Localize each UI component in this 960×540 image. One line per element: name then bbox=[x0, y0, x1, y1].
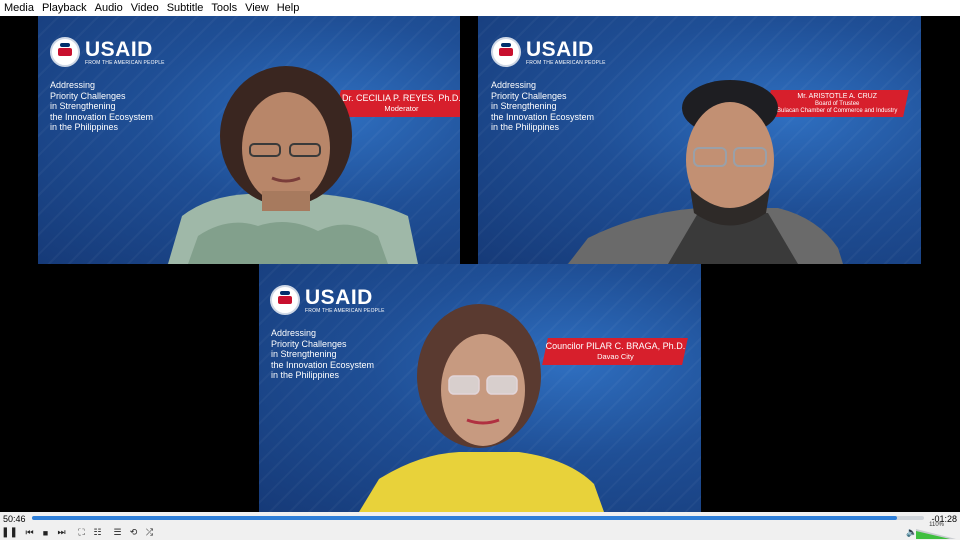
playlist-icon[interactable]: ☰ bbox=[111, 527, 124, 538]
fullscreen-icon[interactable]: ⛶ bbox=[75, 527, 88, 538]
usaid-tagline: FROM THE AMERICAN PEOPLE bbox=[526, 59, 606, 66]
event-title-line: Priority Challenges bbox=[50, 90, 126, 101]
playback-controls: 50:46 -01:28 ❚❚ ⏮ ■ ⏭ ⛶ ☷ ☰ ⟲ ⤮ 🔈 110% bbox=[0, 512, 960, 540]
menu-media[interactable]: Media bbox=[0, 0, 38, 16]
previous-icon[interactable]: ⏮ bbox=[23, 527, 36, 538]
participant-tile-reyes: USAID FROM THE AMERICAN PEOPLE Addressing… bbox=[38, 16, 460, 264]
usaid-logo: USAID FROM THE AMERICAN PEOPLE bbox=[50, 37, 165, 67]
event-title-line: Addressing bbox=[50, 80, 96, 90]
menu-view[interactable]: View bbox=[241, 0, 273, 16]
volume-level bbox=[916, 531, 950, 539]
stop-icon[interactable]: ■ bbox=[39, 527, 52, 538]
participant-tile-cruz: USAID FROM THE AMERICAN PEOPLE Addressing… bbox=[478, 16, 921, 264]
volume-control[interactable]: 🔈 110% bbox=[906, 522, 956, 539]
participant-tile-braga: USAID FROM THE AMERICAN PEOPLE Addressing… bbox=[259, 264, 701, 512]
menu-playback[interactable]: Playback bbox=[38, 0, 91, 16]
control-buttons: ❚❚ ⏮ ■ ⏭ ⛶ ☷ ☰ ⟲ ⤮ bbox=[1, 527, 159, 538]
speaker-video-cruz bbox=[568, 80, 843, 264]
next-icon[interactable]: ⏭ bbox=[55, 527, 68, 538]
seek-bar-progress bbox=[32, 516, 898, 520]
shuffle-icon[interactable]: ⤮ bbox=[143, 527, 156, 538]
menu-help[interactable]: Help bbox=[273, 0, 304, 16]
extended-settings-icon[interactable]: ☷ bbox=[91, 527, 104, 538]
usaid-seal-icon bbox=[491, 37, 521, 67]
elapsed-time: 50:46 bbox=[3, 514, 26, 524]
usaid-tagline: FROM THE AMERICAN PEOPLE bbox=[85, 59, 165, 66]
menu-bar: Media Playback Audio Video Subtitle Tool… bbox=[0, 0, 960, 16]
seek-bar[interactable] bbox=[32, 516, 924, 520]
usaid-seal-icon bbox=[50, 37, 80, 67]
menu-tools[interactable]: Tools bbox=[207, 0, 241, 16]
speaker-video-braga bbox=[359, 304, 604, 512]
usaid-seal-icon bbox=[270, 285, 300, 315]
event-title: Addressing Priority Challenges in Streng… bbox=[50, 80, 180, 133]
volume-label: 110% bbox=[929, 522, 944, 528]
play-icon[interactable]: ❚❚ bbox=[1, 527, 18, 538]
video-area[interactable]: USAID FROM THE AMERICAN PEOPLE Addressing… bbox=[0, 16, 960, 512]
menu-subtitle[interactable]: Subtitle bbox=[163, 0, 208, 16]
menu-video[interactable]: Video bbox=[127, 0, 163, 16]
menu-audio[interactable]: Audio bbox=[91, 0, 127, 16]
event-title-line: in the Philippines bbox=[50, 122, 119, 132]
event-title-line: in Strengthening bbox=[50, 101, 116, 111]
event-title-line: the Innovation Ecosystem bbox=[50, 111, 154, 122]
loop-icon[interactable]: ⟲ bbox=[127, 527, 140, 538]
usaid-wordmark: USAID bbox=[526, 37, 594, 61]
speaker-video-reyes bbox=[168, 66, 418, 264]
usaid-logo: USAID FROM THE AMERICAN PEOPLE bbox=[491, 37, 606, 67]
usaid-wordmark: USAID bbox=[85, 37, 153, 61]
